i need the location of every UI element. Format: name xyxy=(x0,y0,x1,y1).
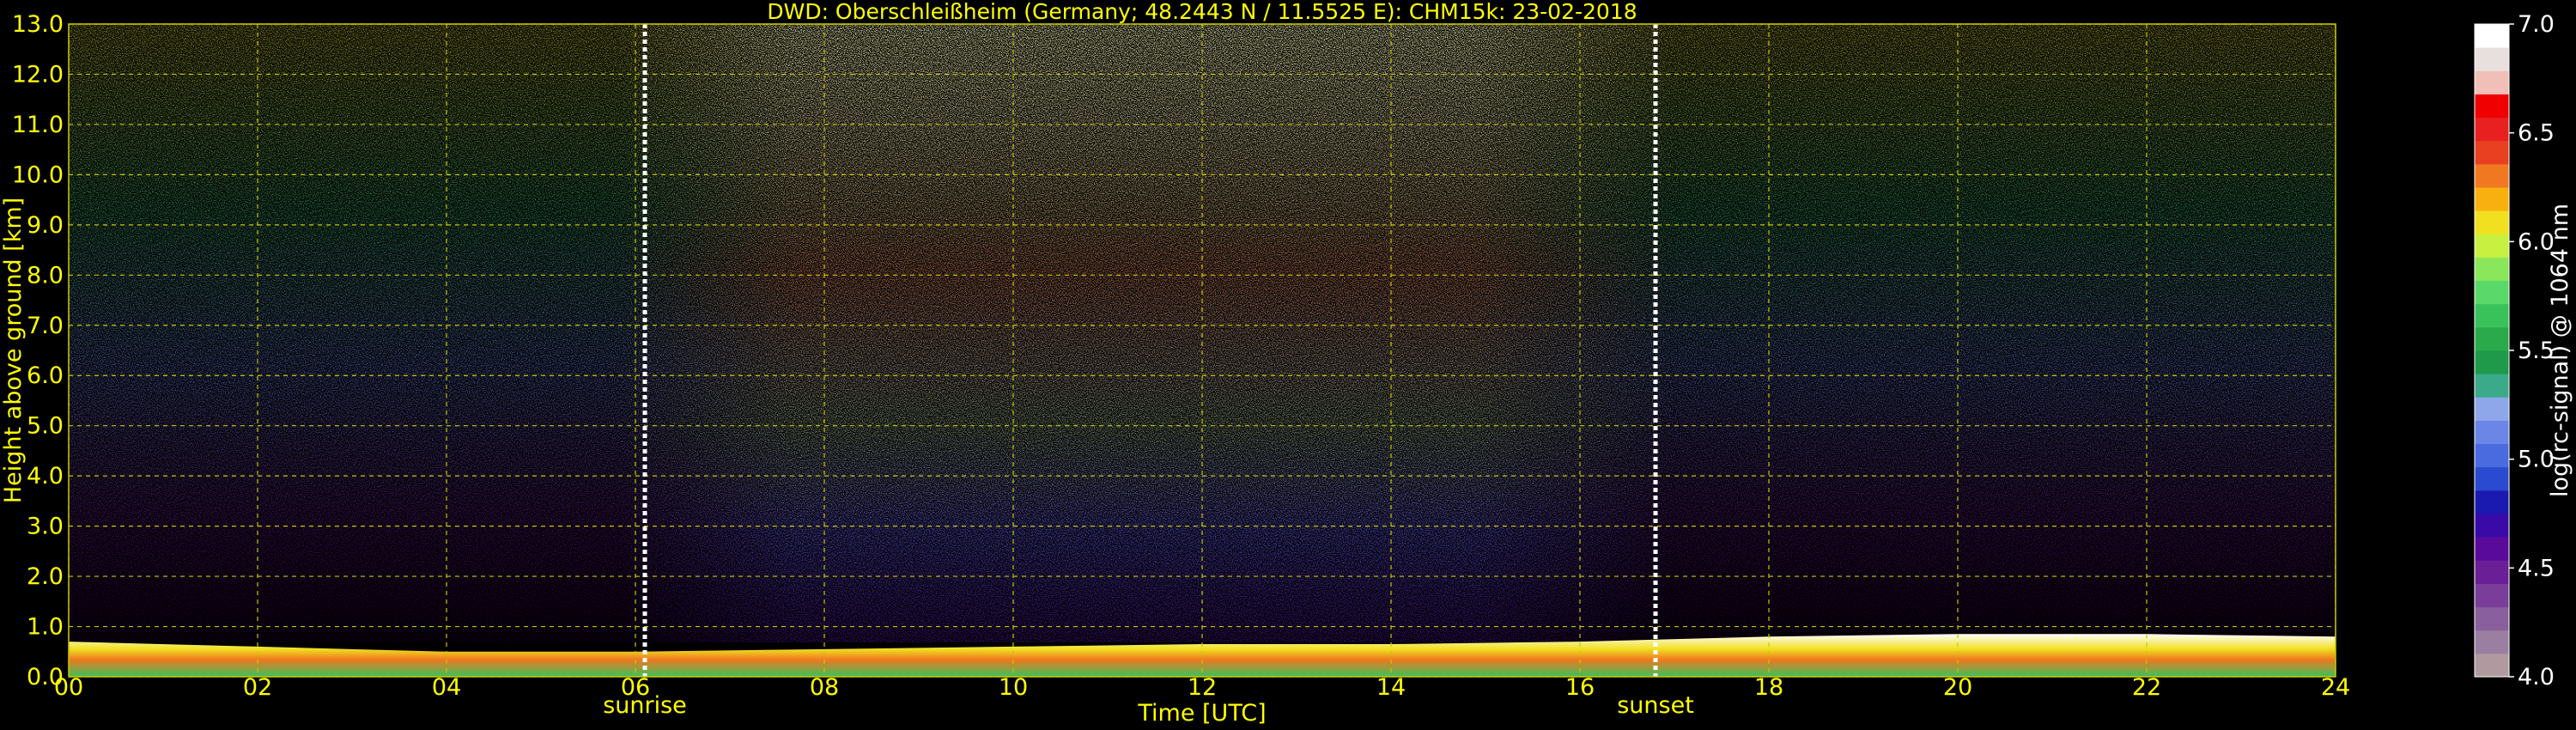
colorbar-swatch xyxy=(2475,466,2509,491)
y-axis-label: Height above ground [km] xyxy=(0,198,27,503)
x-tick-labels: 00 02 04 06 08 10 12 14 16 18 20 22 24 xyxy=(54,674,2350,701)
chart-title: DWD: Oberschleißheim (Germany; 48.2443 N… xyxy=(767,0,1637,24)
colorbar-swatch xyxy=(2475,117,2509,142)
colorbar-swatch xyxy=(2475,303,2509,328)
colorbar-swatch xyxy=(2475,514,2509,538)
ceilometer-chart: 00 02 04 06 08 10 12 14 16 18 20 22 24 0.01.02.03.04… xyxy=(0,0,2573,727)
sunset-label: sunset xyxy=(1617,692,1694,719)
colorbar-swatch xyxy=(2475,490,2509,514)
y-tick-label: 1.0 xyxy=(27,614,64,641)
colorbar-swatch xyxy=(2475,350,2509,374)
colorbar-swatch xyxy=(2475,397,2509,421)
colorbar xyxy=(2474,23,2510,678)
y-tick-label: 0.0 xyxy=(27,664,64,690)
x-tick-label: 04 xyxy=(432,674,461,701)
y-tick-label: 11.0 xyxy=(12,112,64,138)
colorbar-swatch xyxy=(2475,443,2509,468)
colorbar-swatch xyxy=(2475,94,2509,119)
colorbar-swatch xyxy=(2475,234,2509,258)
colorbar-swatch xyxy=(2475,210,2509,234)
y-tick-label: 6.0 xyxy=(27,362,64,389)
colorbar-swatch xyxy=(2475,140,2509,165)
x-tick-label: 12 xyxy=(1188,674,1217,701)
y-tick-label: 4.0 xyxy=(27,463,64,490)
colorbar-swatch xyxy=(2475,537,2509,561)
colorbar-swatch xyxy=(2475,653,2509,678)
x-tick-label: 20 xyxy=(1943,674,1972,701)
colorbar-tick-label: 4.5 xyxy=(2518,555,2555,581)
y-tick-label: 13.0 xyxy=(12,11,64,38)
y-tick-label: 9.0 xyxy=(27,212,64,239)
y-tick-label: 12.0 xyxy=(12,61,64,88)
colorbar-swatch xyxy=(2475,257,2509,282)
sunrise-label: sunrise xyxy=(603,692,687,719)
y-tick-label: 7.0 xyxy=(27,313,64,339)
colorbar-swatch xyxy=(2475,70,2509,94)
colorbar-swatch xyxy=(2475,606,2509,631)
y-tick-label: 3.0 xyxy=(27,514,64,540)
x-tick-label: 24 xyxy=(2321,674,2350,701)
colorbar-swatch xyxy=(2475,630,2509,654)
colorbar-swatch xyxy=(2475,420,2509,445)
x-tick-label: 16 xyxy=(1565,674,1595,701)
y-tick-label: 10.0 xyxy=(12,161,64,188)
colorbar-swatch xyxy=(2475,187,2509,211)
colorbar-swatch xyxy=(2475,374,2509,398)
colorbar-swatch xyxy=(2475,24,2509,48)
colorbar-swatch xyxy=(2475,163,2509,188)
colorbar-label: log(rc-signal) @ 1064 nm xyxy=(2547,204,2573,497)
colorbar-swatch xyxy=(2475,280,2509,305)
y-tick-label: 5.0 xyxy=(27,413,64,440)
colorbar-swatch xyxy=(2475,560,2509,584)
colorbar-swatch xyxy=(2475,326,2509,351)
x-tick-label: 14 xyxy=(1376,674,1406,701)
x-tick-label: 10 xyxy=(999,674,1028,701)
y-tick-label: 2.0 xyxy=(27,563,64,590)
colorbar-swatch xyxy=(2475,583,2509,608)
x-tick-label: 18 xyxy=(1754,674,1783,701)
colorbar-tick-label: 7.0 xyxy=(2518,11,2555,38)
colorbar-swatch xyxy=(2475,47,2509,71)
colorbar-tick-label: 4.0 xyxy=(2518,664,2555,690)
x-tick-label: 08 xyxy=(810,674,839,701)
y-tick-label: 8.0 xyxy=(27,262,64,289)
x-tick-label: 02 xyxy=(243,674,272,701)
colorbar-tick-label: 6.5 xyxy=(2518,120,2555,147)
x-tick-label: 22 xyxy=(2132,674,2161,701)
x-axis-label: Time [UTC] xyxy=(1137,700,1266,727)
